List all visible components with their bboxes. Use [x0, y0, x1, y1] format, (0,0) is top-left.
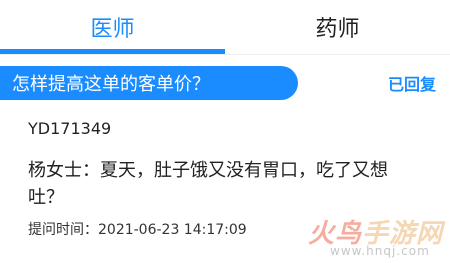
replied-status-badge: 已回复: [387, 75, 436, 94]
app-root: 医师 药师 怎样提高这单的客单价？ 已回复 YD171349 杨女士：夏天，肚子…: [0, 0, 450, 263]
question-title-banner[interactable]: 怎样提高这单的客单价？: [0, 66, 298, 100]
question-body: 杨女士：夏天，肚子饿又没有胃口，吃了又想吐？: [28, 160, 388, 208]
question-id: YD171349: [28, 119, 112, 138]
tab-doctor-label: 医师: [90, 17, 135, 42]
submit-time-value: 2021-06-23 14:17:09: [98, 222, 247, 238]
tab-bar: 医师 药师: [0, 0, 450, 54]
tab-doctor[interactable]: 医师: [0, 0, 225, 54]
tab-pharmacist[interactable]: 药师: [225, 0, 450, 54]
watermark-url: www.hnqj.com: [330, 244, 430, 258]
tab-divider: [0, 54, 450, 55]
tab-pharmacist-label: 药师: [315, 17, 360, 42]
question-title: 怎样提高这单的客单价？: [12, 74, 210, 95]
submit-time-label: 提问时间：: [28, 222, 98, 238]
submit-time: 提问时间：2021-06-23 14:17:09: [28, 219, 247, 239]
watermark-logo: 火鸟手游网 www.hnqj.com: [308, 213, 448, 261]
